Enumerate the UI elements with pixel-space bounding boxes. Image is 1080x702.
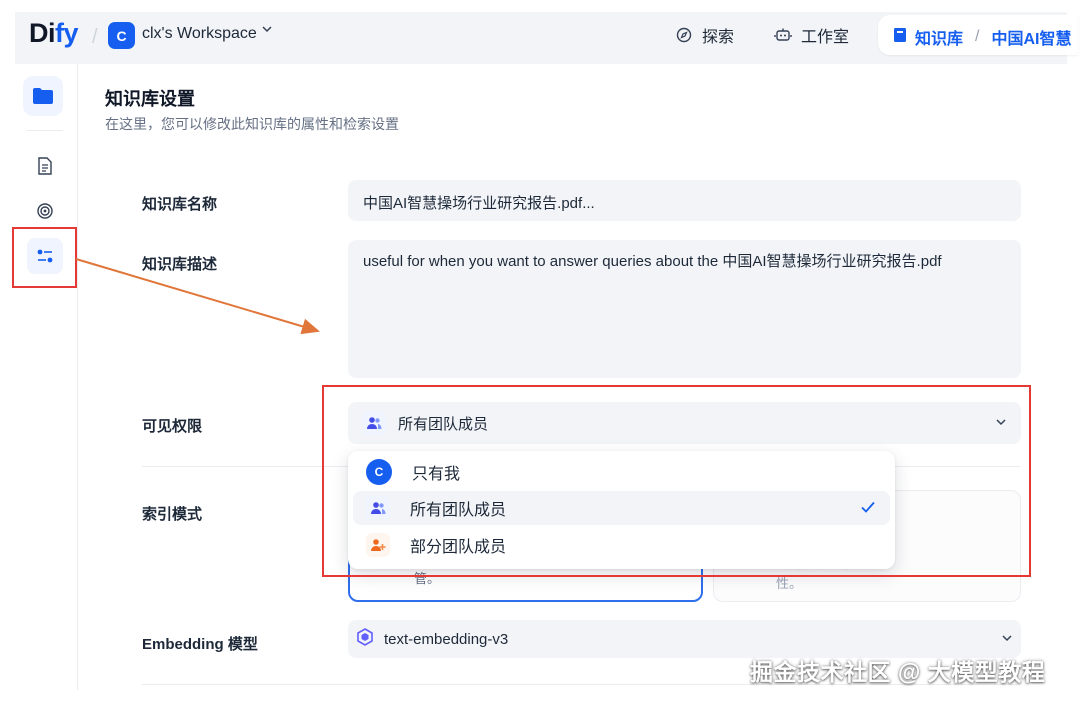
annotation-arrow (75, 258, 320, 335)
watermark: 掘金技术社区 @ 大模型教程 (750, 659, 1046, 685)
